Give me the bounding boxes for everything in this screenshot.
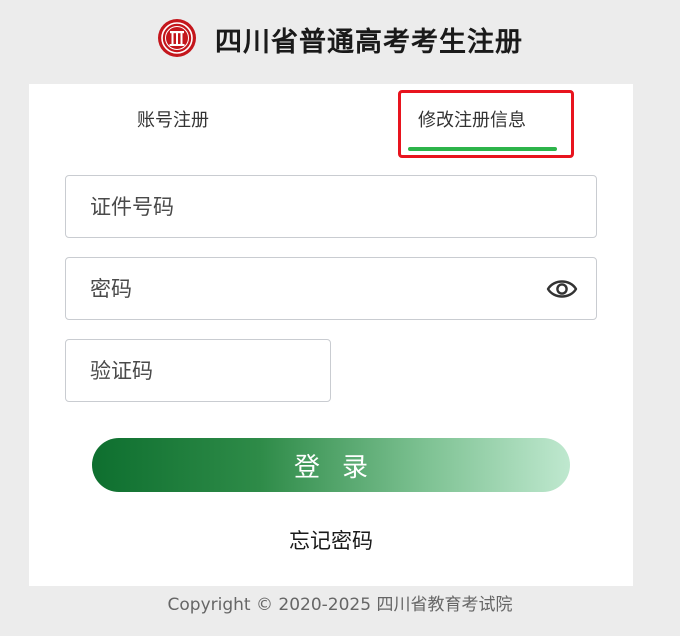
tab-modify-registration[interactable]: 修改注册信息 — [418, 106, 526, 132]
registration-card: 账号注册 修改注册信息 登录 忘记密码 — [29, 84, 633, 586]
id-number-input[interactable] — [65, 175, 597, 238]
page-title: 四川省普通高考考生注册 — [215, 26, 523, 58]
page-header: 四川省普通高考考生注册 — [0, 0, 680, 80]
tab-account-register[interactable]: 账号注册 — [137, 106, 209, 132]
page: 四川省普通高考考生注册 账号注册 修改注册信息 登录 忘记密码 Copyrigh… — [0, 0, 680, 636]
password-input[interactable] — [65, 257, 597, 320]
captcha-input[interactable] — [65, 339, 331, 402]
emblem-seal-icon — [158, 19, 196, 57]
eye-icon[interactable] — [546, 274, 578, 304]
login-button[interactable]: 登录 — [92, 438, 570, 492]
footer-copyright: Copyright © 2020-2025 四川省教育考试院 — [167, 595, 513, 615]
forgot-password-link[interactable]: 忘记密码 — [29, 525, 633, 555]
active-tab-indicator — [408, 147, 557, 151]
